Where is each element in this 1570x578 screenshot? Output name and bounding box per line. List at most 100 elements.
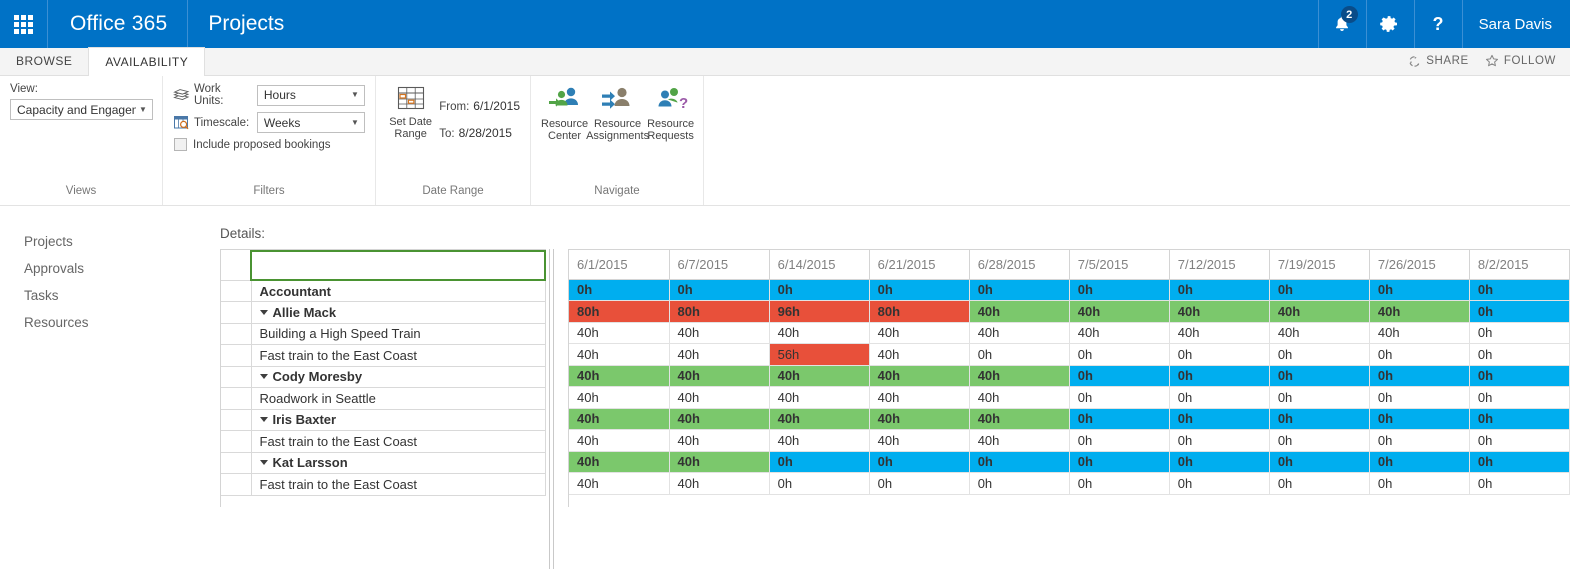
timephased-cell[interactable]: 0h [1369, 473, 1469, 495]
timephased-cell[interactable]: 0h [1269, 451, 1369, 473]
collapse-triangle-icon[interactable] [260, 460, 268, 465]
row-gutter[interactable] [221, 345, 251, 367]
timephased-cell[interactable]: 40h [569, 473, 669, 495]
resource-name-cell[interactable]: Allie Mack [251, 302, 545, 324]
timephased-cell[interactable]: 0h [1469, 451, 1569, 473]
timephased-cell[interactable]: 0h [1269, 408, 1369, 430]
task-name-cell[interactable]: Fast train to the East Coast [251, 431, 545, 453]
timephased-row[interactable]: 80h80h96h80h40h40h40h40h40h0h [569, 301, 1570, 323]
table-row[interactable]: Roadwork in Seattle [221, 388, 545, 410]
timephased-cell[interactable]: 40h [769, 365, 869, 387]
resource-name-cell[interactable]: Iris Baxter [251, 409, 545, 431]
date-column-header[interactable]: 6/14/2015 [769, 250, 869, 279]
sidebar-item-tasks[interactable]: Tasks [0, 282, 220, 309]
timephased-row[interactable]: 40h40h40h40h40h0h0h0h0h0h [569, 365, 1570, 387]
timephased-cell[interactable]: 40h [669, 451, 769, 473]
timephased-cell[interactable]: 0h [1369, 387, 1469, 409]
row-gutter[interactable] [221, 431, 251, 453]
table-row[interactable]: Fast train to the East Coast [221, 345, 545, 367]
resource-center-button[interactable]: Resource Center [541, 85, 588, 142]
date-column-header[interactable]: 7/19/2015 [1269, 250, 1369, 279]
timephased-cell[interactable]: 40h [969, 387, 1069, 409]
timescale-dropdown[interactable]: Weeks ▼ [257, 112, 365, 133]
timephased-cell[interactable]: 0h [569, 279, 669, 301]
include-proposed-checkbox[interactable] [174, 138, 187, 151]
timephased-cell[interactable]: 0h [1169, 365, 1269, 387]
timephased-cell[interactable]: 40h [669, 322, 769, 344]
timephased-cell[interactable]: 0h [1469, 430, 1569, 452]
timephased-cell[interactable]: 40h [669, 344, 769, 366]
task-name-cell[interactable]: Roadwork in Seattle [251, 388, 545, 410]
row-gutter[interactable] [221, 409, 251, 431]
table-row[interactable]: Fast train to the East Coast [221, 431, 545, 453]
timephased-cell[interactable]: 40h [569, 430, 669, 452]
timephased-cell[interactable]: 0h [1469, 387, 1569, 409]
row-gutter[interactable] [221, 302, 251, 324]
timephased-cell[interactable]: 40h [1069, 301, 1169, 323]
sidebar-item-approvals[interactable]: Approvals [0, 255, 220, 282]
timephased-cell[interactable]: 0h [1269, 387, 1369, 409]
timephased-cell[interactable]: 40h [1269, 301, 1369, 323]
resource-name-cell[interactable]: Accountant [251, 280, 545, 302]
timephased-cell[interactable]: 0h [1069, 430, 1169, 452]
date-column-header[interactable]: 7/5/2015 [1069, 250, 1169, 279]
notifications-button[interactable]: 2 [1318, 0, 1366, 48]
timephased-cell[interactable]: 40h [869, 365, 969, 387]
timephased-cell[interactable]: 40h [569, 344, 669, 366]
timephased-cell[interactable]: 40h [569, 408, 669, 430]
timephased-cell[interactable]: 40h [869, 408, 969, 430]
timephased-cell[interactable]: 0h [1369, 344, 1469, 366]
timephased-cell[interactable]: 40h [669, 430, 769, 452]
set-date-range-button[interactable]: Set Date Range [386, 85, 435, 140]
date-column-header[interactable]: 8/2/2015 [1469, 250, 1569, 279]
resource-assignments-button[interactable]: Resource Assignments [590, 85, 645, 142]
tab-availability[interactable]: AVAILABILITY [88, 47, 205, 76]
timephased-cell[interactable]: 40h [1069, 322, 1169, 344]
date-column-header[interactable]: 6/7/2015 [669, 250, 769, 279]
timephased-row[interactable]: 40h40h40h40h40h0h0h0h0h0h [569, 387, 1570, 409]
timephased-cell[interactable]: 0h [1069, 365, 1169, 387]
timephased-row[interactable]: 40h40h40h40h40h0h0h0h0h0h [569, 430, 1570, 452]
timephased-cell[interactable]: 40h [1369, 322, 1469, 344]
timephased-row[interactable]: 40h40h40h40h40h40h40h40h40h0h [569, 322, 1570, 344]
timephased-row[interactable]: 40h40h0h0h0h0h0h0h0h0h [569, 473, 1570, 495]
timephased-cell[interactable]: 0h [1369, 365, 1469, 387]
timephased-cell[interactable]: 0h [1169, 344, 1269, 366]
timephased-cell[interactable]: 40h [769, 430, 869, 452]
timephased-cell[interactable]: 0h [1069, 451, 1169, 473]
table-row[interactable]: Iris Baxter [221, 409, 545, 431]
timephased-cell[interactable]: 0h [969, 344, 1069, 366]
app-launcher-button[interactable] [0, 0, 48, 48]
follow-button[interactable]: FOLLOW [1485, 54, 1556, 68]
row-gutter[interactable] [221, 388, 251, 410]
name-column-header[interactable] [251, 251, 545, 280]
timephased-row[interactable]: 40h40h40h40h40h0h0h0h0h0h [569, 408, 1570, 430]
timephased-cell[interactable]: 0h [1169, 451, 1269, 473]
timephased-cell[interactable]: 40h [669, 408, 769, 430]
resource-name-cell[interactable]: Kat Larsson [251, 452, 545, 474]
table-row[interactable]: Allie Mack [221, 302, 545, 324]
date-column-header[interactable]: 7/12/2015 [1169, 250, 1269, 279]
view-dropdown[interactable]: Capacity and Engagements | ▼ [10, 99, 153, 120]
timephased-cell[interactable]: 40h [569, 451, 669, 473]
grid-splitter[interactable] [546, 249, 568, 569]
timephased-cell[interactable]: 40h [1269, 322, 1369, 344]
task-name-cell[interactable]: Fast train to the East Coast [251, 474, 545, 496]
app-name-link[interactable]: Projects [188, 0, 304, 48]
timephased-cell[interactable]: 40h [869, 430, 969, 452]
timephased-row[interactable]: 0h0h0h0h0h0h0h0h0h0h [569, 279, 1570, 301]
date-from-value[interactable]: 6/1/2015 [473, 99, 520, 113]
timephased-cell[interactable]: 0h [1169, 279, 1269, 301]
timephased-cell[interactable]: 0h [1169, 387, 1269, 409]
timephased-cell[interactable]: 40h [769, 408, 869, 430]
timephased-cell[interactable]: 0h [1469, 473, 1569, 495]
timephased-cell[interactable]: 40h [569, 322, 669, 344]
resource-name-cell[interactable]: Cody Moresby [251, 366, 545, 388]
timephased-cell[interactable]: 40h [969, 365, 1069, 387]
share-button[interactable]: SHARE [1408, 55, 1469, 68]
row-gutter[interactable] [221, 474, 251, 496]
timephased-cell[interactable]: 0h [769, 451, 869, 473]
task-name-cell[interactable]: Building a High Speed Train [251, 323, 545, 345]
timephased-cell[interactable]: 80h [669, 301, 769, 323]
timephased-cell[interactable]: 0h [869, 451, 969, 473]
